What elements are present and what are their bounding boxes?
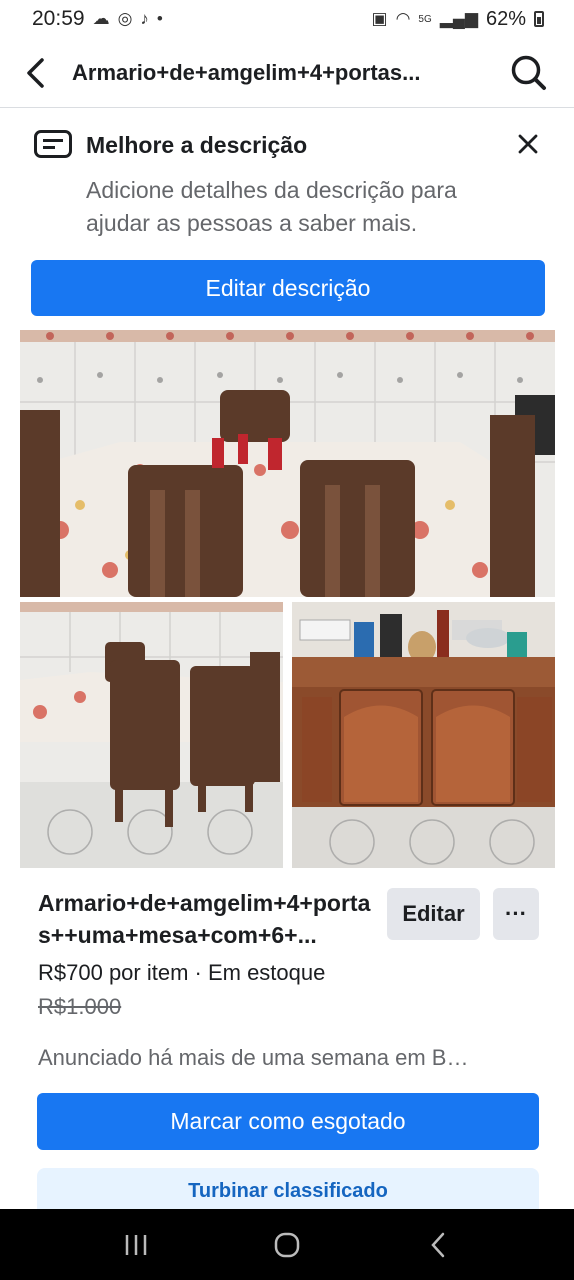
back-button[interactable] — [0, 38, 72, 108]
status-left: 20:59 ☁ ◎ ♪ • — [32, 7, 163, 31]
search-icon — [511, 55, 546, 90]
back-arrow-icon — [27, 57, 44, 88]
instagram-icon: ◎ — [117, 9, 133, 28]
mark-as-sold-button[interactable]: Marcar como esgotado — [37, 1093, 539, 1150]
tip-title: Melhore a descrição — [86, 132, 308, 158]
edit-description-button[interactable]: Editar descrição — [31, 260, 545, 316]
price-stock-line: R$700 por item · Em estoque — [38, 960, 326, 985]
recent-apps-button[interactable] — [96, 1215, 176, 1275]
boost-listing-button[interactable]: Turbinar classificado — [37, 1168, 539, 1212]
network-type: 5G — [418, 13, 432, 25]
listing-photo-2[interactable] — [20, 602, 283, 868]
listing-photo-3[interactable] — [292, 602, 555, 868]
cabinet-photo — [292, 602, 555, 868]
signal-icon: ▂▄▆ — [439, 9, 478, 28]
close-icon — [518, 134, 538, 154]
dot-icon: • — [156, 9, 163, 28]
page-title: Armario+de+amgelim+4+portas... — [72, 59, 421, 85]
status-time: 20:59 — [32, 7, 85, 30]
status-bar: 20:59 ☁ ◎ ♪ • ▣ ◠ 5G ▂▄▆ 62% — [0, 0, 574, 38]
boost-listing-label: Turbinar classificado — [188, 1180, 388, 1202]
home-button[interactable] — [247, 1215, 327, 1275]
app-header: Armario+de+amgelim+4+portas... — [0, 38, 574, 108]
system-navigation-bar — [0, 1209, 574, 1280]
close-button[interactable] — [508, 124, 548, 164]
original-price: R$1.000 — [38, 994, 122, 1019]
cloud-icon: ☁ — [92, 9, 110, 28]
listing-photo-main[interactable] — [20, 330, 555, 597]
search-button[interactable] — [484, 38, 574, 108]
edit-listing-button[interactable]: Editar — [387, 888, 480, 940]
tip-description: Adicione detalhes da descrição para ajud… — [86, 177, 457, 236]
battery-level: 62% — [485, 7, 526, 30]
recent-apps-icon — [125, 1234, 146, 1255]
tiktok-icon: ♪ — [140, 9, 149, 28]
dining-chairs-photo — [20, 602, 283, 868]
home-icon — [274, 1232, 300, 1257]
listed-time-location: Anunciado há mais de uma semana em B… — [38, 1045, 469, 1070]
status-right: ▣ ◠ 5G ▂▄▆ 62% — [372, 8, 544, 31]
listing-title: Armario+de+amgelim+4+portas++uma+mesa+co… — [38, 890, 371, 948]
back-nav-icon — [431, 1232, 445, 1257]
wifi-icon: ◠ — [395, 9, 411, 28]
battery-icon — [534, 11, 544, 27]
description-icon — [34, 130, 72, 158]
more-icon: ··· — [505, 901, 527, 926]
back-nav-button[interactable] — [398, 1215, 478, 1275]
dining-table-photo — [20, 330, 555, 597]
more-options-button[interactable]: ··· — [493, 888, 539, 940]
lock-icon: ▣ — [371, 9, 388, 28]
improve-description-card: Melhore a descrição Adicione detalhes da… — [0, 118, 574, 328]
